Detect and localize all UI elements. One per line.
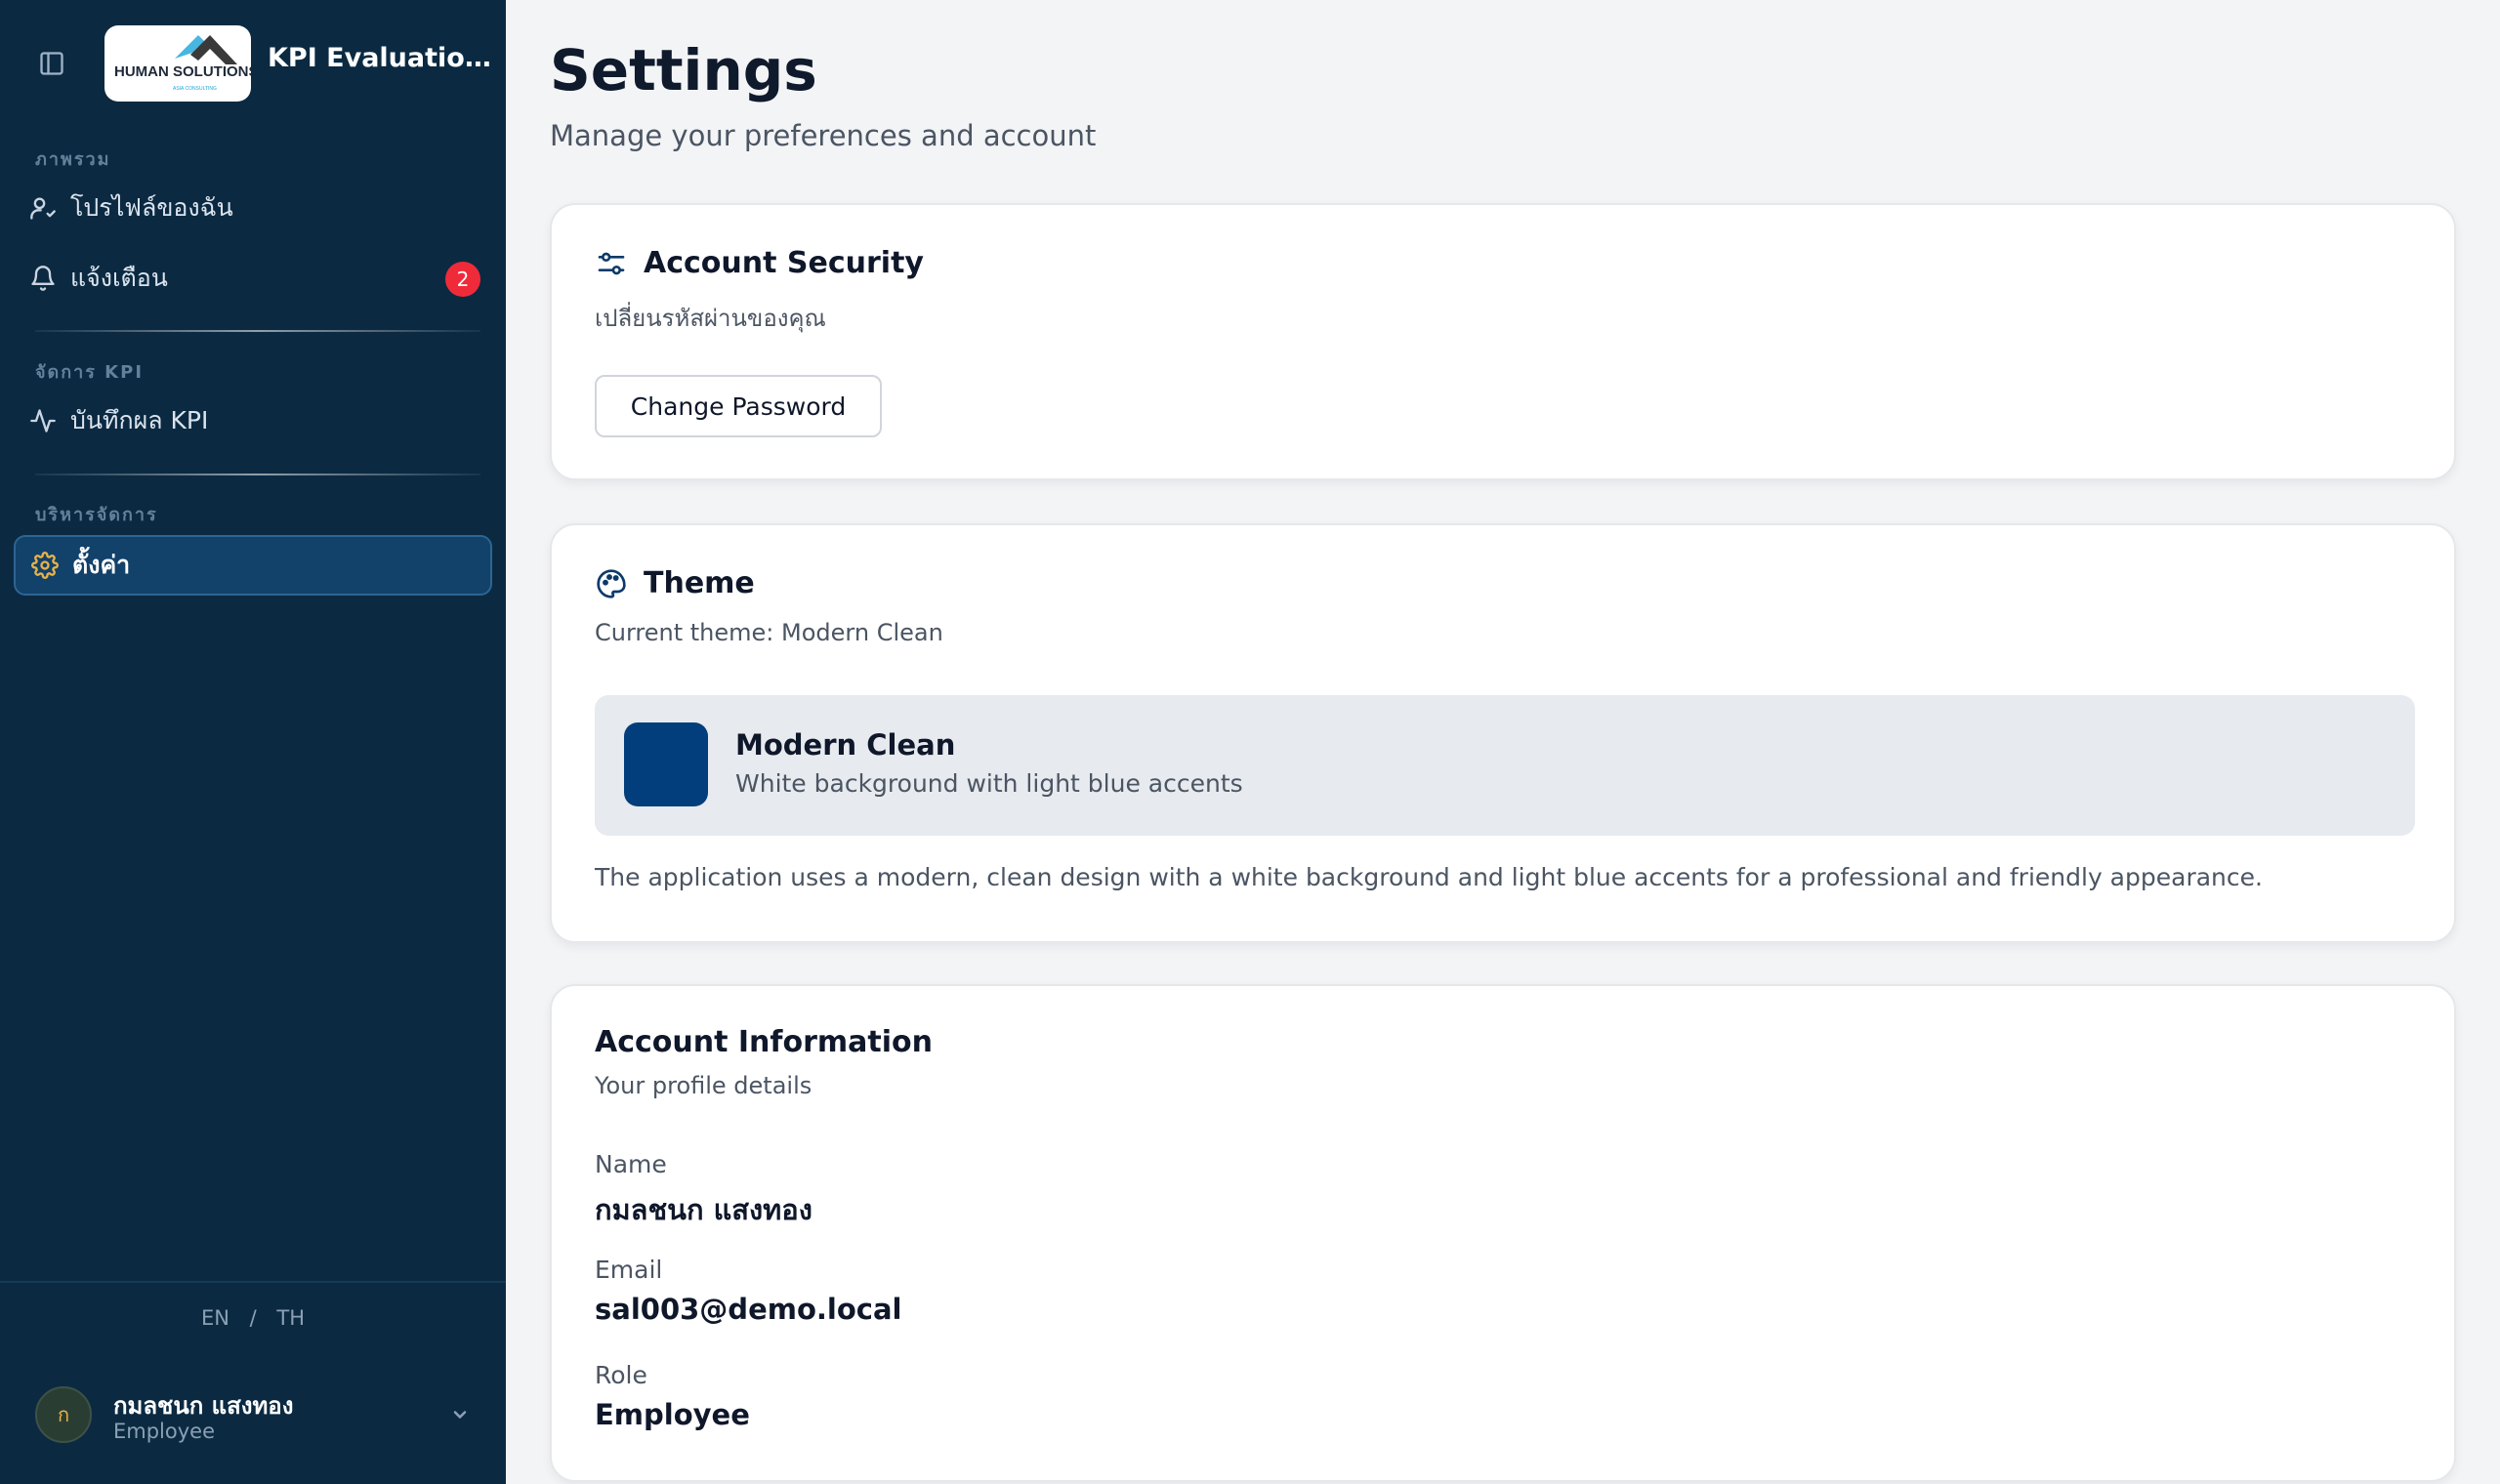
theme-card: Theme Current theme: Modern Clean Modern… xyxy=(550,523,2456,943)
language-switcher: EN / TH xyxy=(0,1306,506,1330)
logo-subtext: ASIA CONSULTING xyxy=(173,86,217,92)
sidebar-divider xyxy=(35,330,480,332)
role-label: Role xyxy=(595,1361,647,1389)
account-security-card: Account Security เปลี่ยนรหัสผ่านของคุณ C… xyxy=(550,203,2456,480)
app-logo: HUMAN SOLUTIONS ASIA CONSULTING xyxy=(104,25,251,102)
sidebar-section-label: ภาพรวม xyxy=(35,149,111,170)
sidebar-footer-divider xyxy=(0,1281,506,1283)
account-information-card: Account Information Your profile details… xyxy=(550,984,2456,1482)
theme-color-swatch xyxy=(624,722,708,806)
sidebar-item-notifications[interactable]: แจ้งเตือน 2 xyxy=(14,248,492,309)
chevron-down-icon xyxy=(453,1411,467,1419)
sidebar-item-settings[interactable]: ตั้งค่า xyxy=(14,535,492,596)
avatar: ก xyxy=(35,1386,92,1443)
change-password-button[interactable]: Change Password xyxy=(595,375,882,437)
sidebar-section-label: บริหารจัดการ xyxy=(35,505,158,525)
theme-option-modern-clean[interactable]: Modern Clean White background with light… xyxy=(595,695,2415,836)
notification-count-badge: 2 xyxy=(445,262,480,297)
sliders-icon xyxy=(595,247,628,280)
user-icon xyxy=(27,192,59,224)
sidebar-item-label: บันทึกผล KPI xyxy=(70,406,209,434)
sidebar-item-kpi-record[interactable]: บันทึกผล KPI xyxy=(14,391,492,451)
panel-left-icon xyxy=(40,52,63,75)
user-menu[interactable]: ก กมลชนก แสงทอง Employee xyxy=(35,1386,475,1447)
sidebar-divider xyxy=(35,474,480,475)
current-theme-text: Current theme: Modern Clean xyxy=(595,619,943,646)
email-value: sal003@demo.local xyxy=(595,1293,902,1326)
page-subtitle: Manage your preferences and account xyxy=(550,119,1097,152)
sidebar-item-profile[interactable]: โปรไฟล์ของฉัน xyxy=(14,178,492,238)
logo-text: HUMAN SOLUTIONS xyxy=(114,63,251,80)
card-title: Account Security xyxy=(595,246,924,280)
language-en-button[interactable]: EN xyxy=(201,1306,229,1330)
language-th-button[interactable]: TH xyxy=(276,1306,305,1330)
gear-icon xyxy=(29,550,61,581)
role-value: Employee xyxy=(595,1398,750,1431)
sidebar: HUMAN SOLUTIONS ASIA CONSULTING KPI Eval… xyxy=(0,0,506,1484)
sidebar-item-label: แจ้งเตือน xyxy=(70,264,168,292)
sidebar-item-label: ตั้งค่า xyxy=(72,551,131,579)
account-security-title: Account Security xyxy=(644,246,924,280)
bell-icon xyxy=(27,263,59,294)
sidebar-toggle-button[interactable] xyxy=(35,47,68,80)
theme-note: The application uses a modern, clean des… xyxy=(595,863,2263,891)
theme-option-description: White background with light blue accents xyxy=(735,769,1243,798)
page-title: Settings xyxy=(550,37,817,103)
theme-option-name: Modern Clean xyxy=(735,728,956,762)
email-label: Email xyxy=(595,1256,663,1284)
palette-icon xyxy=(595,567,628,600)
sidebar-item-label: โปรไฟล์ของฉัน xyxy=(70,193,233,222)
card-title: Theme xyxy=(595,566,755,600)
user-role: Employee xyxy=(113,1420,216,1443)
name-label: Name xyxy=(595,1150,667,1178)
sidebar-header: HUMAN SOLUTIONS ASIA CONSULTING KPI Eval… xyxy=(0,0,506,125)
activity-icon xyxy=(27,405,59,436)
sidebar-section-label: จัดการ KPI xyxy=(35,362,145,383)
account-security-description: เปลี่ยนรหัสผ่านของคุณ xyxy=(595,305,826,332)
account-information-description: Your profile details xyxy=(595,1072,812,1099)
account-information-title: Account Information xyxy=(595,1025,933,1059)
theme-title: Theme xyxy=(644,566,755,600)
language-separator: / xyxy=(249,1306,257,1330)
app-name: KPI Evaluation ... xyxy=(268,43,492,73)
main-content: Settings Manage your preferences and acc… xyxy=(506,0,2500,1484)
name-value: กมลชนก แสงทอง xyxy=(595,1193,812,1226)
